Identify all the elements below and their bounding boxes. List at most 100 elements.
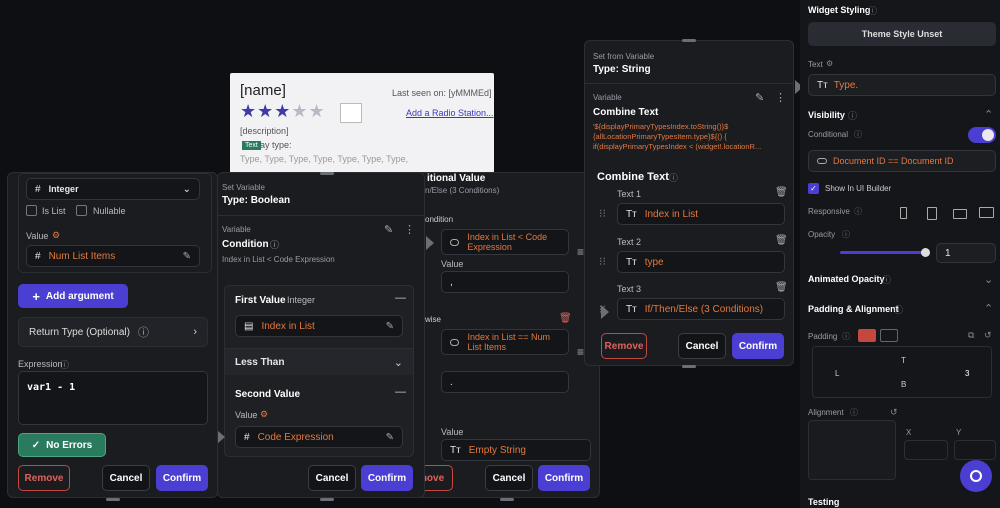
return-type-label: Return Type (Optional)	[29, 326, 130, 338]
panel-handle[interactable]	[320, 498, 334, 501]
return-type-row[interactable]: Return Type (Optional) ⓘ ›	[18, 317, 208, 347]
more-icon[interactable]: ⋮	[775, 91, 786, 104]
reset-icon[interactable]: ↺	[890, 407, 898, 418]
info-icon: ⓘ	[270, 240, 280, 250]
info-icon: ⓘ	[882, 275, 892, 285]
reset-icon[interactable]: ↺	[984, 330, 992, 341]
operator-select[interactable]: Less Than ⌄	[225, 349, 413, 375]
opacity-slider[interactable]	[840, 248, 930, 257]
settings-icon: ⚙	[52, 230, 61, 240]
second-value-field[interactable]: # Code Expression ✎	[235, 426, 403, 448]
second-value-text: Code Expression	[257, 431, 334, 443]
info-icon: ⓘ	[868, 6, 878, 16]
panel-handle[interactable]	[682, 365, 696, 368]
collapse-icon[interactable]: —	[395, 292, 406, 304]
text2-field[interactable]: Tт type	[617, 251, 785, 273]
type-select[interactable]: # Integer ⌄	[26, 178, 200, 200]
tablet-icon[interactable]	[927, 207, 937, 220]
panel-handle[interactable]	[320, 172, 334, 175]
bool-cancel-button[interactable]: Cancel	[308, 465, 356, 491]
expression-editor[interactable]: var1 - 1	[18, 371, 208, 425]
text-prop-field[interactable]: Tт Type.	[808, 74, 996, 96]
panel-handle[interactable]	[500, 498, 514, 501]
cond-field-2[interactable]: Index in List == Num List Items	[441, 329, 569, 355]
conditional-toggle[interactable]	[968, 127, 996, 143]
text3-field[interactable]: Tт If/Then/Else (3 Conditions)	[617, 298, 785, 320]
edit-icon[interactable]: ✎	[183, 251, 191, 262]
y-field[interactable]	[954, 440, 996, 460]
toggle-icon	[817, 158, 827, 164]
trash-icon[interactable]: 🗑	[775, 187, 788, 198]
trash-icon[interactable]: 🗑	[775, 235, 788, 246]
value-field[interactable]: # Num List Items ✎	[26, 245, 200, 267]
tablet-landscape-icon[interactable]	[953, 209, 967, 219]
padding-bottom[interactable]: B	[901, 380, 906, 389]
cond-value-2[interactable]: .	[441, 371, 569, 393]
drag-handle-icon[interactable]: ⁝⁝	[599, 207, 606, 220]
cond-value-1[interactable]: ,	[441, 271, 569, 293]
text-icon: Tт	[817, 79, 828, 91]
copy-icon[interactable]: ⧉	[968, 330, 974, 341]
info-icon: ⓘ	[850, 408, 858, 417]
padding-mode-uniform[interactable]	[858, 329, 876, 342]
chevron-down-icon[interactable]: ⌄	[984, 273, 993, 286]
cond-confirm-button[interactable]: Confirm	[538, 465, 590, 491]
cond-value-3-text: Empty String	[468, 444, 526, 456]
add-argument-button[interactable]: + Add argument	[18, 284, 128, 308]
edit-icon[interactable]: ✎	[755, 91, 764, 104]
opacity-value[interactable]: 1	[936, 243, 996, 263]
preview-box	[340, 103, 362, 123]
cond-cancel-button[interactable]: Cancel	[485, 465, 533, 491]
hash-icon: #	[35, 250, 41, 262]
drag-handle-icon[interactable]: ⁝⁝	[599, 255, 606, 268]
cond-field-1[interactable]: Index in List < Code Expression	[441, 229, 569, 255]
alignment-grid[interactable]	[808, 420, 896, 480]
edit-icon[interactable]: ✎	[384, 223, 393, 236]
padding-mode-individual[interactable]	[880, 329, 898, 342]
is-list-checkbox[interactable]	[26, 205, 37, 216]
padding-top[interactable]: T	[901, 356, 906, 365]
widget-preview[interactable]: [name] Last seen on: [yMMMEd] ★★★★★ Add …	[230, 73, 494, 173]
first-value-field[interactable]: ▤ Index in List ✎	[235, 315, 403, 337]
str-remove-button[interactable]: Remove	[601, 333, 647, 359]
chevron-up-icon[interactable]: ⌃	[984, 108, 993, 121]
collapse-icon[interactable]: —	[395, 386, 406, 398]
star-empty-icon: ★★	[291, 101, 326, 121]
str-cancel-button[interactable]: Cancel	[678, 333, 726, 359]
x-field[interactable]	[904, 440, 948, 460]
phone-icon[interactable]	[900, 207, 907, 219]
condition-builder: First Value Integer — ▤ Index in List ✎ Le…	[224, 285, 414, 457]
bool-confirm-button[interactable]: Confirm	[361, 465, 413, 491]
drag-icon[interactable]: ≡	[577, 345, 584, 359]
fn-remove-button[interactable]: Remove	[18, 465, 70, 491]
info-icon: ⓘ	[137, 327, 149, 339]
panel-handle[interactable]	[106, 498, 120, 501]
cond-value-3[interactable]: Tт Empty String	[441, 439, 591, 461]
conditional-value[interactable]: Document ID == Document ID	[808, 150, 996, 172]
padding-left[interactable]: L	[835, 369, 839, 378]
add-argument-label: Add argument	[45, 290, 114, 302]
search-fab[interactable]	[960, 460, 992, 492]
desktop-icon[interactable]	[979, 207, 994, 218]
add-radio-link[interactable]: Add a Radio Station...	[406, 108, 494, 118]
text1-field[interactable]: Tт Index in List	[617, 203, 785, 225]
theme-style-button[interactable]: Theme Style Unset	[808, 22, 996, 46]
edit-icon[interactable]: ✎	[386, 321, 394, 332]
str-combine: Combine Text	[593, 107, 659, 118]
more-icon[interactable]: ⋮	[404, 223, 415, 236]
string-panel: Set from Variable Type: String Variable …	[584, 40, 794, 366]
fn-cancel-button[interactable]: Cancel	[102, 465, 150, 491]
trash-icon[interactable]: 🗑	[559, 313, 572, 324]
drag-icon[interactable]: ≡	[577, 245, 584, 259]
fn-confirm-button[interactable]: Confirm	[156, 465, 208, 491]
trash-icon[interactable]: 🗑	[775, 282, 788, 293]
padding-right[interactable]: 3	[965, 369, 969, 378]
nullable-checkbox[interactable]	[76, 205, 87, 216]
chevron-up-icon[interactable]: ⌃	[984, 302, 993, 315]
edit-icon[interactable]: ✎	[386, 432, 394, 443]
show-builder-checkbox[interactable]: ✓	[808, 183, 819, 194]
str-confirm-button[interactable]: Confirm	[732, 333, 784, 359]
panel-handle[interactable]	[682, 39, 696, 42]
opacity-label: Opacity	[808, 230, 836, 239]
rating-stars[interactable]: ★★★★★	[240, 101, 326, 122]
